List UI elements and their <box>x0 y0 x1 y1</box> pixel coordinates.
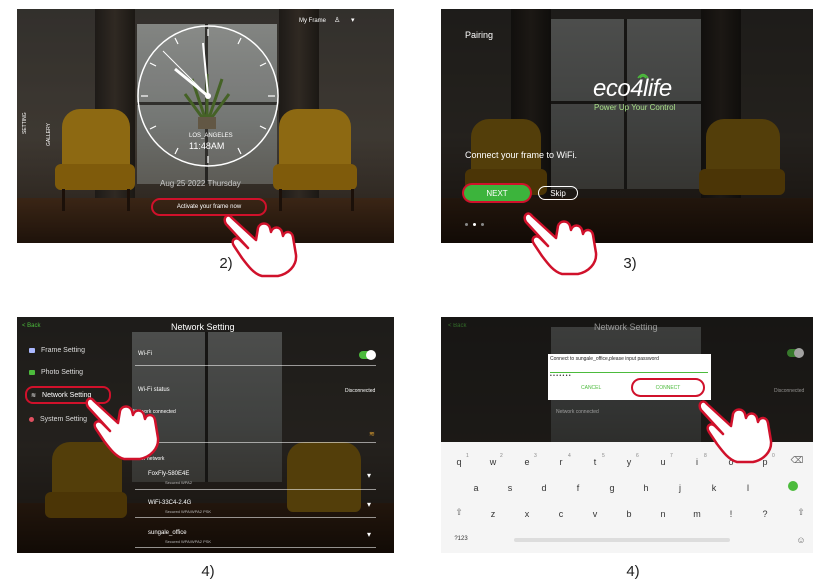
network-connected-label: Network connected <box>556 409 599 415</box>
brand-logo: eco4life <box>593 75 672 102</box>
pointing-hand-icon <box>85 397 160 461</box>
key-c[interactable]: c <box>554 509 568 519</box>
page-title: Network Setting <box>594 322 658 332</box>
key-v[interactable]: v <box>588 509 602 519</box>
wifi-logo-icon <box>637 73 649 79</box>
key-k[interactable]: k <box>707 483 721 493</box>
back-button[interactable]: < Back <box>22 323 41 329</box>
pairing-message: Connect your frame to WiFi. <box>465 150 578 160</box>
key-hint: 1 <box>466 453 469 459</box>
sidebar-item-system-setting[interactable]: System Setting <box>25 410 87 428</box>
key-e[interactable]: e <box>520 457 534 467</box>
back-button[interactable]: < Back <box>448 323 467 329</box>
key-x[interactable]: x <box>520 509 534 519</box>
key-t[interactable]: t <box>588 457 602 467</box>
emoji-key[interactable]: ☺ <box>794 535 808 545</box>
key-![interactable]: ! <box>724 509 738 519</box>
backspace-key[interactable]: ⌫ <box>790 455 804 466</box>
key-hint: 4 <box>568 453 571 459</box>
wifi-label: Wi-Fi <box>138 351 152 357</box>
sidebar-item-photo-setting[interactable]: Photo Setting <box>25 363 83 381</box>
network-security: Secured WPA/WPA2 PSK <box>165 509 212 514</box>
key-s[interactable]: s <box>503 483 517 493</box>
cancel-button[interactable]: CANCEL <box>581 385 601 391</box>
symbols-key[interactable]: ?123 <box>451 536 471 542</box>
network-setting-screen: < Back Network Setting Frame Setting Pho… <box>17 317 394 553</box>
key-z[interactable]: z <box>486 509 500 519</box>
key-u[interactable]: u <box>656 457 670 467</box>
wifi-signal-icon: ▾ <box>367 471 372 480</box>
key-?[interactable]: ? <box>758 509 772 519</box>
brand-tagline: Power Up Your Control <box>594 103 676 112</box>
city-label: LOS_ANGELES <box>189 133 233 139</box>
sidebar-item-frame-setting[interactable]: Frame Setting <box>25 341 85 359</box>
shift-key[interactable]: ⇧ <box>794 507 808 518</box>
key-d[interactable]: d <box>537 483 551 493</box>
key-y[interactable]: y <box>622 457 636 467</box>
key-r[interactable]: r <box>554 457 568 467</box>
key-hint: 3 <box>534 453 537 459</box>
space-bar[interactable] <box>514 538 730 542</box>
wifi-icon[interactable]: ▾ <box>351 16 355 24</box>
my-frame-label[interactable]: My Frame <box>299 18 326 24</box>
key-a[interactable]: a <box>469 483 483 493</box>
sidebar-tab-setting[interactable]: SETTING <box>22 112 28 134</box>
page-indicator <box>465 223 484 226</box>
step-caption: 2) <box>219 255 233 272</box>
wifi-signal-icon: ▾ <box>367 500 372 509</box>
network-security: Secured WPA/WPA2 PSK <box>165 539 212 544</box>
gear-icon <box>29 416 34 422</box>
key-b[interactable]: b <box>622 509 636 519</box>
date-label: Aug 25 2022 Thursday <box>160 179 241 188</box>
next-button[interactable]: NEXT <box>464 185 530 201</box>
digital-time: 11:48AM <box>189 141 225 151</box>
wifi-status-value: Disconnected <box>774 388 805 394</box>
key-g[interactable]: g <box>605 483 619 493</box>
key-n[interactable]: n <box>656 509 670 519</box>
network-name[interactable]: FoxFly-580E4E <box>148 471 189 477</box>
wifi-toggle[interactable] <box>787 348 804 358</box>
wifi-signal-icon: ≋ <box>369 431 375 438</box>
step-caption: 4) <box>626 563 640 580</box>
key-q[interactable]: q <box>452 457 466 467</box>
password-dialog: Connect to sungale_office,please input p… <box>548 354 711 400</box>
password-field[interactable]: • • • • • • • <box>550 364 708 379</box>
user-icon[interactable]: ♙ <box>334 16 340 24</box>
page-title: Pairing <box>465 30 494 40</box>
key-hint: 5 <box>602 453 605 459</box>
step-caption: 4) <box>201 563 215 580</box>
network-security: Secured WPA2 <box>165 480 193 485</box>
frame-icon <box>29 347 35 353</box>
key-hint: 2 <box>500 453 503 459</box>
key-l[interactable]: l <box>741 483 755 493</box>
step-caption: 3) <box>623 255 637 272</box>
enter-key[interactable] <box>788 481 798 491</box>
network-name[interactable]: sungale_office <box>148 530 187 536</box>
wifi-status-value: Disconnected <box>345 388 376 394</box>
sidebar-tab-gallery[interactable]: GALLERY <box>46 123 52 146</box>
key-f[interactable]: f <box>571 483 585 493</box>
dialog-prompt: Connect to sungale_office,please input p… <box>550 356 659 362</box>
key-h[interactable]: h <box>639 483 653 493</box>
key-hint: 7 <box>670 453 673 459</box>
network-name[interactable]: WiFi-33C4-2.4G <box>148 500 191 506</box>
wifi-toggle[interactable] <box>359 350 376 360</box>
pointing-hand-icon <box>698 400 773 464</box>
page-title: Network Setting <box>171 322 235 332</box>
photo-icon <box>29 369 35 375</box>
key-hint: 6 <box>636 453 639 459</box>
pairing-screen: Pairing eco4life Power Up Your Control C… <box>441 9 813 243</box>
key-j[interactable]: j <box>673 483 687 493</box>
wifi-icon: ≋ <box>31 392 37 399</box>
key-m[interactable]: m <box>690 509 704 519</box>
key-w[interactable]: w <box>486 457 500 467</box>
wifi-signal-icon: ▾ <box>367 530 372 539</box>
pointing-hand-icon <box>523 212 598 276</box>
shift-key[interactable]: ⇧ <box>452 507 466 518</box>
activation-screen: My Frame ♙ ▾ SETTING GALLERY LOS_ANGELES… <box>17 9 394 243</box>
connect-button[interactable]: CONNECT <box>631 378 705 397</box>
